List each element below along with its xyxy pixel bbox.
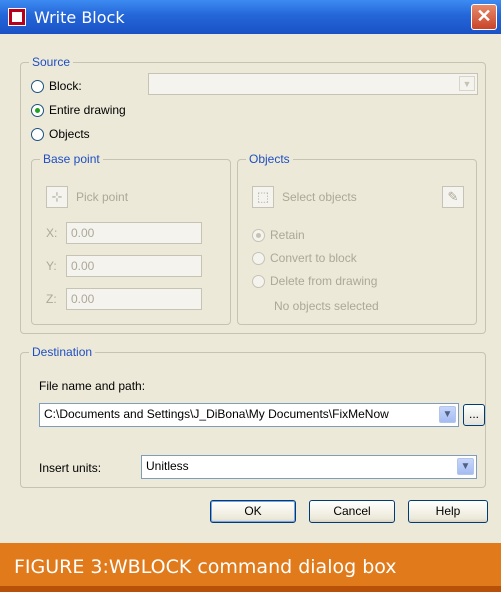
- z-label: Z:: [46, 292, 57, 306]
- file-path-input[interactable]: C:\Documents and Settings\J_DiBona\My Do…: [39, 403, 459, 427]
- radio-delete-from-drawing: Delete from drawing: [252, 272, 377, 290]
- insert-units-select[interactable]: Unitless: [141, 455, 477, 479]
- source-group: Source Block: ▼ Entire drawing Objects B…: [20, 55, 486, 334]
- insert-units-label: Insert units:: [39, 461, 102, 475]
- y-label: Y:: [46, 259, 57, 273]
- block-radio-icon[interactable]: [31, 79, 44, 93]
- base-point-legend: Base point: [40, 152, 103, 166]
- z-field: 0.00: [66, 288, 202, 310]
- convert-radio-label: Convert to block: [270, 251, 357, 265]
- help-button[interactable]: Help: [408, 500, 488, 523]
- pick-point-label: Pick point: [76, 190, 129, 204]
- retain-radio-icon: [252, 228, 265, 242]
- objects-radio-icon[interactable]: [31, 127, 44, 141]
- retain-radio-label: Retain: [270, 228, 305, 242]
- ok-button[interactable]: OK: [210, 500, 296, 523]
- base-point-group: Base point ⊹ Pick point X: 0.00 Y: 0.00 …: [31, 152, 231, 325]
- close-icon[interactable]: ✕: [471, 4, 497, 30]
- window-title: Write Block: [34, 8, 125, 27]
- selection-status: No objects selected: [274, 299, 379, 313]
- entire-drawing-radio-label: Entire drawing: [49, 103, 126, 117]
- chevron-down-icon: ▼: [459, 76, 475, 91]
- objects-legend: Objects: [246, 152, 293, 166]
- destination-group: Destination File name and path: C:\Docum…: [20, 345, 486, 488]
- x-field: 0.00: [66, 222, 202, 244]
- radio-convert-to-block: Convert to block: [252, 249, 357, 267]
- file-name-label: File name and path:: [39, 379, 146, 393]
- radio-retain: Retain: [252, 226, 305, 244]
- radio-entire-drawing[interactable]: Entire drawing: [31, 101, 126, 119]
- entire-drawing-radio-icon[interactable]: [31, 103, 44, 117]
- destination-legend: Destination: [29, 345, 96, 359]
- browse-button[interactable]: ...: [463, 404, 485, 426]
- file-path-dropdown-icon[interactable]: ▼: [439, 406, 456, 423]
- convert-radio-icon: [252, 251, 265, 265]
- x-label: X:: [46, 226, 58, 240]
- cancel-button[interactable]: Cancel: [309, 500, 395, 523]
- quick-select-icon: ✎: [442, 186, 464, 208]
- autocad-app-icon: [8, 8, 26, 26]
- objects-radio-label: Objects: [49, 127, 90, 141]
- block-combo: ▼: [148, 73, 478, 95]
- block-radio-label: Block:: [49, 79, 82, 93]
- delete-radio-label: Delete from drawing: [270, 274, 378, 288]
- y-field: 0.00: [66, 255, 202, 277]
- source-legend: Source: [29, 55, 74, 69]
- select-objects-label: Select objects: [282, 190, 357, 204]
- pick-point-icon: ⊹: [46, 186, 68, 208]
- insert-units-dropdown-icon[interactable]: ▼: [457, 458, 474, 475]
- figure-caption: FIGURE 3:WBLOCK command dialog box: [0, 543, 501, 592]
- delete-radio-icon: [252, 274, 265, 288]
- title-bar: Write Block ✕: [0, 0, 501, 34]
- radio-objects[interactable]: Objects: [31, 125, 90, 143]
- select-objects-icon: ⬚: [252, 186, 274, 208]
- objects-group: Objects ⬚ Select objects ✎ Retain Conver…: [237, 152, 477, 325]
- radio-block[interactable]: Block:: [31, 77, 82, 95]
